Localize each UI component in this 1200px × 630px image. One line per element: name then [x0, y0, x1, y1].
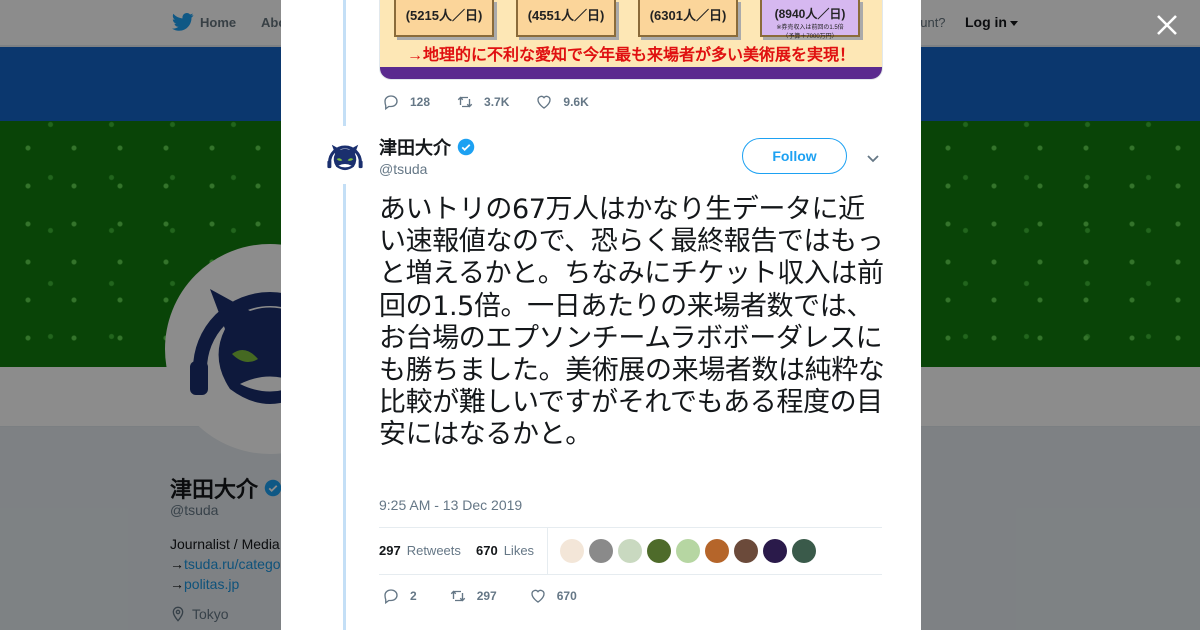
liker-avatar[interactable] [763, 539, 787, 563]
tweet-modal: (5215人／日) (4551人／日) (6301人／日) (8940人／日) … [281, 0, 921, 630]
liker-avatar[interactable] [792, 539, 816, 563]
retweet-count: 3.7K [484, 95, 510, 109]
heart-icon [537, 95, 552, 109]
reply-icon [384, 589, 398, 605]
retweet-count: 297 [476, 589, 497, 603]
retweet-button[interactable]: 3.7K [456, 93, 509, 111]
media-stat-boxes: (5215人／日) (4551人／日) (6301人／日) (8940人／日) … [380, 0, 882, 40]
retweet-icon [450, 590, 465, 602]
tweet-timestamp[interactable]: 9:25 AM - 13 Dec 2019 [379, 497, 522, 513]
thread-connector [343, 0, 346, 126]
stats-divider [547, 528, 548, 574]
media-box: (8940人／日) ※券売収入は前回の1.5倍 （予算＋7000万円） [760, 0, 860, 40]
media-box: (4551人／日) [516, 0, 616, 37]
retweets-stat-label: Retweets [406, 543, 461, 558]
tweet-author-avatar[interactable] [323, 136, 367, 180]
like-count: 9.6K [563, 95, 589, 109]
like-button[interactable]: 670 [529, 587, 577, 605]
reply-button[interactable]: 128 [382, 93, 430, 111]
liker-avatar[interactable] [676, 539, 700, 563]
reply-icon [384, 95, 398, 111]
likes-stat[interactable]: 670 Likes [476, 543, 534, 558]
retweet-icon [457, 96, 473, 108]
liker-avatars [560, 539, 816, 563]
media-box: (6301人／日) [638, 0, 738, 37]
liker-avatar[interactable] [618, 539, 642, 563]
author-name-text: 津田大介 [379, 138, 451, 158]
tweet-stats: 297 Retweets 670 Likes [379, 527, 882, 575]
previous-tweet-actions: 128 3.7K 9.6K [382, 93, 615, 111]
tweet-author-name[interactable]: 津田大介 [379, 134, 475, 160]
liker-avatar[interactable] [560, 539, 584, 563]
media-footer-band [380, 67, 882, 79]
napster-cat-logo-icon [327, 144, 363, 171]
tweet-text: あいトリの67万人はかなり生データに近い速報値なので、恐らく最終報告ではもっと増… [379, 194, 885, 451]
reply-count: 2 [410, 589, 417, 603]
tweet-author-handle[interactable]: @tsuda [379, 161, 427, 177]
follow-button[interactable]: Follow [742, 138, 847, 174]
like-count: 670 [556, 589, 577, 603]
media-box-note: ※券売収入は前回の1.5倍 [776, 25, 844, 31]
thread-connector [343, 184, 346, 630]
like-button[interactable]: 9.6K [535, 93, 589, 111]
likes-stat-count: 670 [476, 543, 498, 558]
liker-avatar[interactable] [647, 539, 671, 563]
media-box: (5215人／日) [394, 0, 494, 37]
liker-avatar[interactable] [734, 539, 758, 563]
likes-stat-label: Likes [503, 543, 535, 558]
liker-avatar[interactable] [705, 539, 729, 563]
media-box-note: （予算＋7000万円） [782, 34, 838, 40]
previous-tweet-media[interactable]: (5215人／日) (4551人／日) (6301人／日) (8940人／日) … [379, 0, 883, 80]
heart-icon [531, 589, 545, 603]
retweets-stat-count: 297 [379, 543, 401, 558]
retweet-button[interactable]: 297 [449, 587, 497, 605]
media-box-value: (8940人／日) [774, 7, 846, 21]
reply-count: 128 [410, 95, 431, 109]
chevron-down-icon[interactable] [865, 150, 881, 166]
verified-badge-icon [457, 138, 475, 156]
liker-avatar[interactable] [589, 539, 613, 563]
tweet-actions: 2 297 670 [382, 587, 609, 605]
retweets-stat[interactable]: 297 Retweets [379, 543, 461, 558]
reply-button[interactable]: 2 [382, 587, 417, 605]
close-icon[interactable] [1155, 13, 1179, 37]
media-caption: →地理的に不利な愛知で今年最も来場者が多い美術展を実現！ [406, 47, 855, 64]
